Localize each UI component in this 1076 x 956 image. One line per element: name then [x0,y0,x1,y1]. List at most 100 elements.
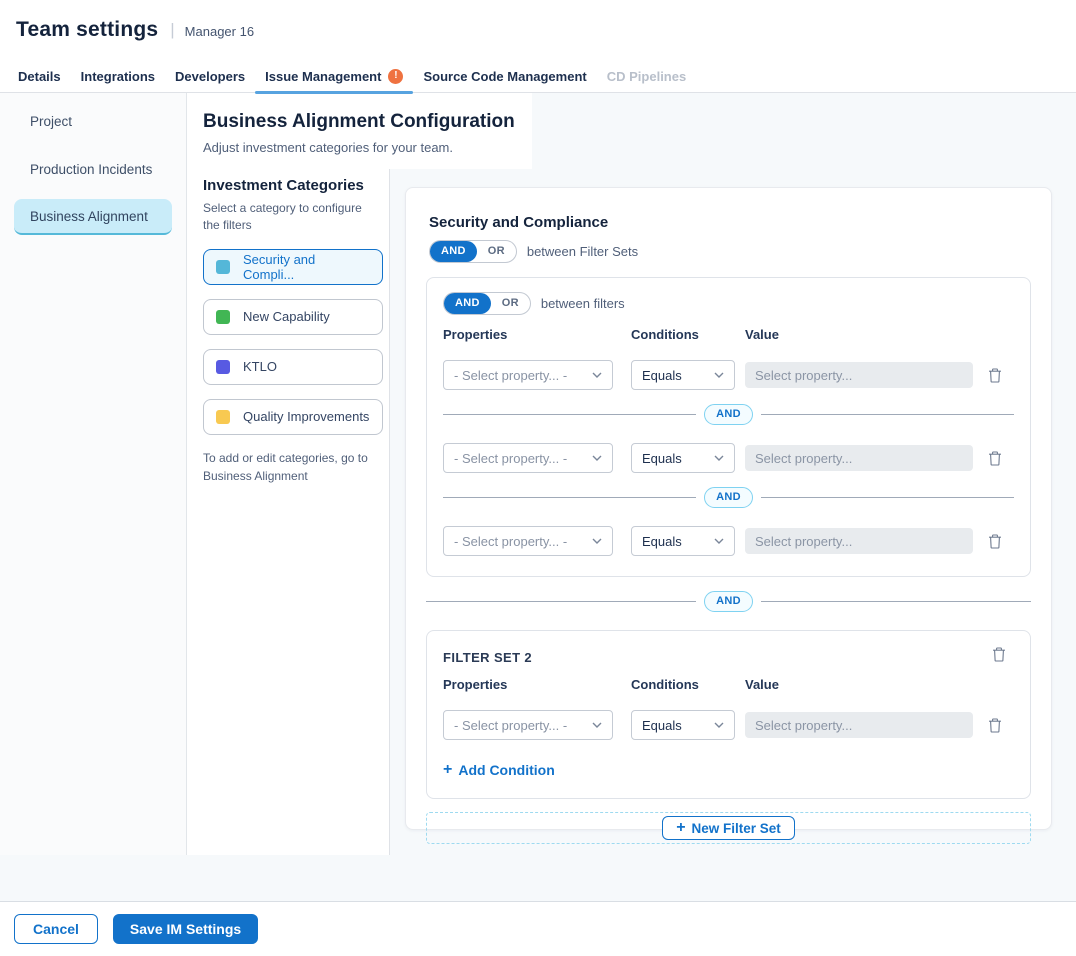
investment-categories-panel: Investment Categories Select a category … [187,169,390,855]
trash-icon [988,368,1002,383]
chevron-down-icon [714,538,724,544]
filter-column-headers: Properties Conditions Value [443,677,1014,692]
filter-row: - Select property... - Equals [443,443,1014,473]
filter-set-2: FILTER SET 2 Properties Conditions Value [426,630,1031,799]
chevron-down-icon [592,538,602,544]
chevron-down-icon [592,455,602,461]
plus-icon: + [443,762,452,778]
filter-column-headers: Properties Conditions Value [443,327,1014,342]
section-subtitle: Adjust investment categories for your te… [203,140,515,155]
delete-filter-set-button[interactable] [990,645,1008,664]
property-select[interactable]: - Select property... - [443,360,613,390]
filter-sets-and-or-toggle[interactable]: AND OR [429,240,517,263]
properties-header: Properties [443,327,631,342]
and-option[interactable]: AND [444,293,491,314]
categories-footnote: To add or edit categories, go to Busines… [203,449,383,485]
filter-config-area: Security and Compliance AND OR between F… [390,169,1076,855]
section-header: Business Alignment Configuration Adjust … [187,93,532,169]
delete-condition-button[interactable] [986,716,1004,735]
and-connector: AND [443,487,1014,508]
tab-bar: Details Integrations Developers Issue Ma… [0,60,1076,93]
category-quality-improvements[interactable]: Quality Improvements [203,399,383,435]
property-select[interactable]: - Select property... - [443,526,613,556]
property-select[interactable]: - Select property... - [443,443,613,473]
trash-icon [992,647,1006,662]
tab-issue-management[interactable]: Issue Management ! [255,60,413,93]
or-option[interactable]: OR [477,241,516,262]
conditions-header: Conditions [631,327,745,342]
value-input[interactable] [745,445,973,471]
action-footer: Cancel Save IM Settings [0,901,1076,956]
warning-icon: ! [388,69,403,84]
tab-source-code-management[interactable]: Source Code Management [413,60,596,93]
sidebar-item-production-incidents[interactable]: Production Incidents [14,151,172,187]
property-select[interactable]: - Select property... - [443,710,613,740]
and-connector: AND [443,404,1014,425]
filter-set-2-title: FILTER SET 2 [443,645,532,665]
value-input[interactable] [745,528,973,554]
chevron-down-icon [714,722,724,728]
app-header: Team settings | Manager 16 [0,0,1076,60]
lower-strip [0,855,1076,901]
chevron-down-icon [714,455,724,461]
condition-select[interactable]: Equals [631,526,735,556]
tab-cd-pipelines: CD Pipelines [597,60,696,93]
and-pill: AND [704,404,753,425]
and-pill: AND [704,487,753,508]
category-color-swatch [216,410,230,424]
condition-select[interactable]: Equals [631,710,735,740]
new-filter-set-dropzone: + New Filter Set [426,812,1031,844]
add-condition-button[interactable]: + Add Condition [443,762,555,778]
sidebar-item-business-alignment[interactable]: Business Alignment [14,199,172,235]
plus-icon: + [676,820,685,836]
trash-icon [988,534,1002,549]
category-new-capability[interactable]: New Capability [203,299,383,335]
save-im-settings-button[interactable]: Save IM Settings [113,914,258,944]
filter-row: - Select property... - Equals [443,710,1014,740]
category-ktlo[interactable]: KTLO [203,349,383,385]
or-option[interactable]: OR [491,293,530,314]
main-content: Business Alignment Configuration Adjust … [187,93,1076,855]
trash-icon [988,451,1002,466]
filter-row: - Select property... - Equals [443,526,1014,556]
filter-row: - Select property... - Equals [443,360,1014,390]
page-title: Team settings [16,18,158,42]
value-header: Value [745,327,779,342]
chevron-down-icon [592,372,602,378]
categories-heading: Investment Categories [203,177,389,194]
and-option[interactable]: AND [430,241,477,262]
trash-icon [988,718,1002,733]
category-color-swatch [216,360,230,374]
category-color-swatch [216,260,230,274]
condition-select[interactable]: Equals [631,360,735,390]
value-input[interactable] [745,362,973,388]
conditions-header: Conditions [631,677,745,692]
chevron-down-icon [714,372,724,378]
delete-condition-button[interactable] [986,449,1004,468]
title-divider: | [170,20,174,40]
delete-condition-button[interactable] [986,366,1004,385]
tab-developers[interactable]: Developers [165,60,255,93]
condition-select[interactable]: Equals [631,443,735,473]
settings-sidebar: Project Production Incidents Business Al… [0,93,187,855]
team-name: Manager 16 [185,21,254,39]
chevron-down-icon [592,722,602,728]
new-filter-set-button[interactable]: + New Filter Set [662,816,795,840]
tab-integrations[interactable]: Integrations [71,60,165,93]
between-filter-sets-label: between Filter Sets [527,244,638,259]
body: Project Production Incidents Business Al… [0,93,1076,855]
filter-card: Security and Compliance AND OR between F… [405,187,1052,830]
properties-header: Properties [443,677,631,692]
category-security-and-compliance[interactable]: Security and Compli... [203,249,383,285]
category-color-swatch [216,310,230,324]
and-connector-between-sets: AND [426,591,1031,612]
tab-details[interactable]: Details [8,60,71,93]
cancel-button[interactable]: Cancel [14,914,98,944]
between-filters-label: between filters [541,296,625,311]
filter-card-title: Security and Compliance [429,214,1031,231]
value-input[interactable] [745,712,973,738]
delete-condition-button[interactable] [986,532,1004,551]
sidebar-item-project[interactable]: Project [14,103,172,139]
value-header: Value [745,677,779,692]
filters-and-or-toggle[interactable]: AND OR [443,292,531,315]
